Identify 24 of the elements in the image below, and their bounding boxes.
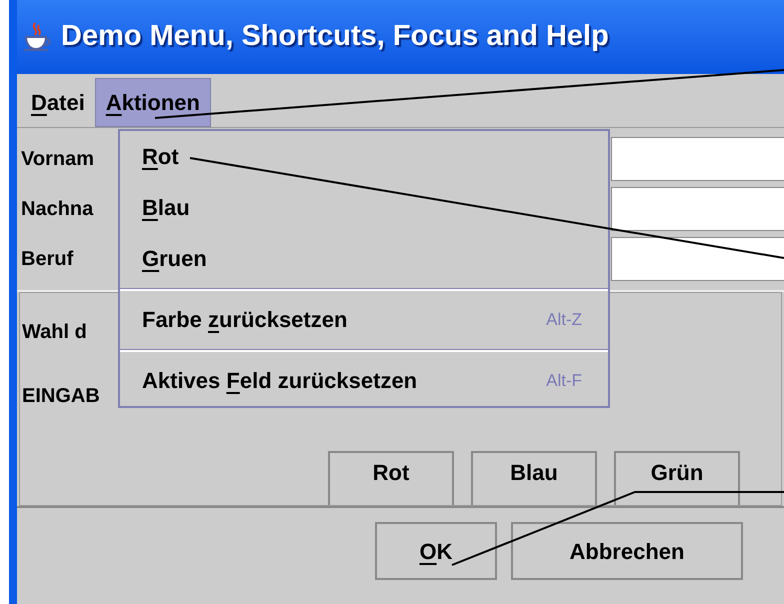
color-button[interactable]: Blau <box>471 451 597 505</box>
text-field[interactable] <box>611 137 784 181</box>
menu-title[interactable]: Datei <box>21 78 95 127</box>
shortcut-text: Alt-F <box>546 370 582 392</box>
panel-text: Wahl d <box>22 320 87 345</box>
coffee-cup-icon <box>21 21 53 53</box>
color-button[interactable]: Rot <box>328 451 454 505</box>
field-label: Beruf <box>21 247 74 272</box>
menu-item[interactable]: Rot <box>120 131 608 182</box>
menu-item[interactable]: Aktives Feld zurücksetzen Alt-F <box>120 355 608 406</box>
window-title: Demo Menu, Shortcuts, Focus and Help <box>61 19 609 54</box>
dialog-button[interactable]: Abbrechen <box>511 522 743 580</box>
menu-item[interactable]: Gruen <box>120 233 608 284</box>
text-field[interactable] <box>611 187 784 231</box>
color-button[interactable]: Grün <box>614 451 740 505</box>
panel-text: EINGAB <box>22 384 100 409</box>
shortcut-text: Alt-Z <box>546 308 582 331</box>
menu-item[interactable]: Farbe zurücksetzen Alt-Z <box>120 294 608 345</box>
text-field[interactable] <box>611 237 784 281</box>
dialog-button[interactable]: OK <box>375 522 497 580</box>
menu-item[interactable]: Blau <box>120 182 608 233</box>
menu-title[interactable]: Aktionen <box>94 78 211 127</box>
field-label: Nachna <box>21 197 94 222</box>
field-label: Vornam <box>21 147 94 172</box>
